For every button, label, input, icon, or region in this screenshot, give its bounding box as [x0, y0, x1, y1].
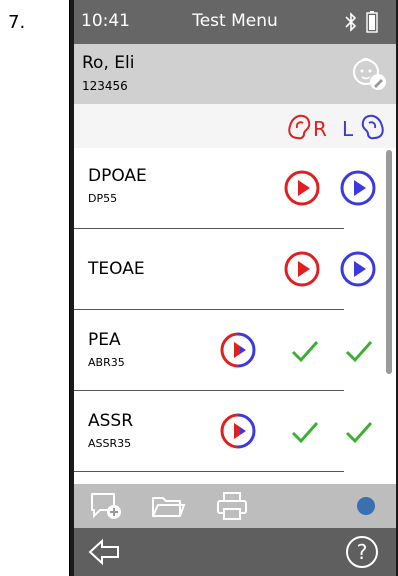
patient-id: 123456	[82, 79, 128, 93]
status-bar: 10:41 Test Menu	[74, 0, 396, 44]
toolbar	[74, 484, 396, 528]
check-right-icon	[291, 341, 319, 363]
nav-bar: ?	[74, 528, 396, 576]
patient-name: Ro, Eli	[82, 53, 135, 73]
back-arrow-icon[interactable]	[86, 536, 122, 568]
bluetooth-icon	[345, 12, 357, 32]
right-ear-label: R	[313, 117, 327, 141]
check-left-icon	[345, 422, 373, 444]
test-protocol: ABR35	[88, 356, 125, 369]
status-dot	[357, 497, 375, 515]
test-protocol: ASSR35	[88, 437, 132, 450]
divider	[74, 471, 344, 472]
play-left-icon[interactable]	[340, 251, 376, 287]
play-right-icon[interactable]	[284, 251, 320, 287]
check-right-icon	[291, 422, 319, 444]
test-row-pea[interactable]: PEA ABR35	[74, 310, 396, 391]
test-row-dpoae[interactable]: DPOAE DP55	[74, 148, 396, 229]
add-comment-icon[interactable]	[88, 490, 124, 522]
play-left-icon[interactable]	[340, 170, 376, 206]
device-frame: 10:41 Test Menu Ro, Eli 123456 R L DPOAE…	[69, 0, 398, 576]
test-row-teoae[interactable]: TEOAE	[74, 229, 396, 310]
test-label: TEOAE	[88, 259, 145, 279]
test-label: DPOAE	[88, 166, 147, 186]
check-left-icon	[345, 341, 373, 363]
patient-header[interactable]: Ro, Eli 123456	[74, 44, 396, 104]
play-right-icon[interactable]	[284, 170, 320, 206]
ear-header: R L	[74, 104, 396, 148]
scrollbar[interactable]	[386, 150, 392, 374]
baby-edit-icon[interactable]	[350, 54, 388, 92]
battery-icon	[366, 11, 378, 33]
test-label: PEA	[88, 330, 121, 350]
printer-icon[interactable]	[214, 490, 250, 522]
test-row-assr[interactable]: ASSR ASSR35	[74, 391, 396, 472]
play-binaural-icon[interactable]	[220, 332, 256, 368]
left-ear-label: L	[342, 117, 354, 141]
folder-icon[interactable]	[150, 490, 186, 522]
help-glyph: ?	[357, 540, 368, 564]
test-protocol: DP55	[88, 192, 118, 205]
test-label: ASSR	[88, 411, 134, 431]
device-screen: 10:41 Test Menu Ro, Eli 123456 R L DPOAE…	[74, 0, 396, 576]
help-icon[interactable]: ?	[344, 534, 380, 570]
step-number: 7.	[8, 12, 26, 33]
left-ear-icon: L	[342, 114, 384, 141]
right-ear-icon: R	[288, 114, 327, 141]
play-binaural-icon[interactable]	[220, 413, 256, 449]
test-list: DPOAE DP55 TEOAE PEA ABR35 ASSR ASSR35	[74, 148, 396, 484]
